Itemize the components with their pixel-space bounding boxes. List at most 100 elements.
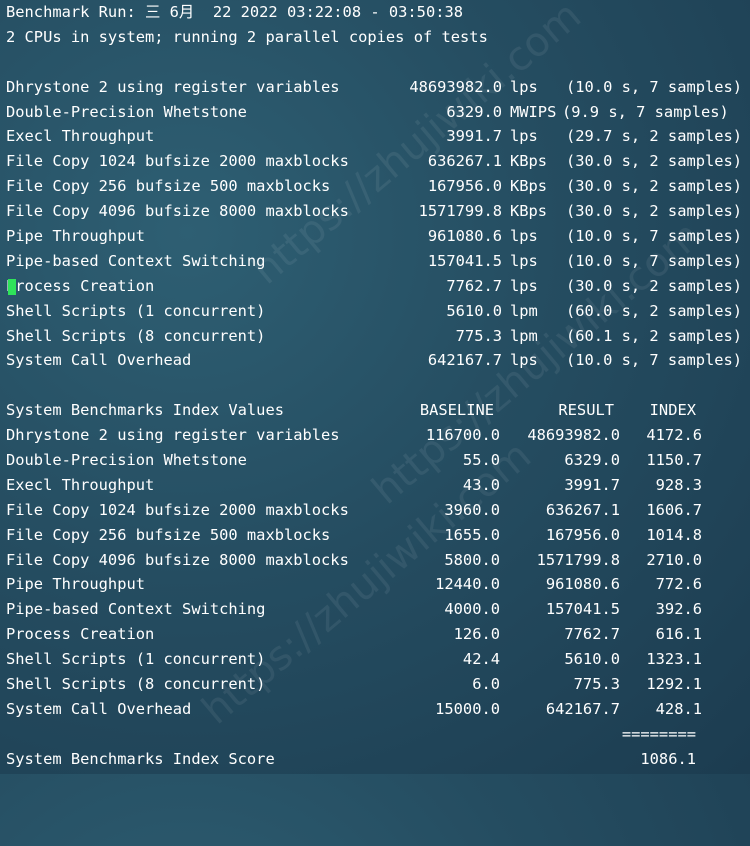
test-value: 1571799.8 (418, 202, 502, 221)
index-row: File Copy 256 bufsize 500 maxblocks 1655.… (6, 523, 750, 548)
test-unit: lps (510, 127, 538, 146)
raw-result-row: Pipe-based Context Switching 157041.5 lps (… (6, 249, 750, 274)
index-value: 1014.8 (646, 525, 702, 544)
index-baseline: 55.0 (462, 451, 500, 470)
index-test-name: Pipe-based Context Switching (6, 600, 266, 619)
test-detail: (60.1 s, 2 samples) (566, 326, 743, 345)
test-value: 157041.5 (427, 251, 502, 270)
test-value: 961080.6 (427, 227, 502, 246)
test-detail: (30.0 s, 2 samples) (566, 202, 743, 221)
index-test-name: System Call Overhead (6, 699, 192, 718)
index-result: 6329.0 (564, 451, 620, 470)
index-baseline: 12440.0 (435, 575, 500, 594)
index-baseline: 43.0 (462, 475, 500, 494)
test-unit: MWIPS (510, 102, 557, 121)
index-baseline: 126.0 (453, 625, 500, 644)
index-value: 2710.0 (646, 550, 702, 569)
test-value: 5610.0 (446, 301, 502, 320)
index-result: 961080.6 (545, 575, 620, 594)
raw-result-row: Double-Precision Whetstone 6329.0 MWIPS (9.… (6, 100, 750, 125)
test-value: 775.3 (455, 326, 502, 345)
test-name: File Copy 1024 bufsize 2000 maxblocks (6, 152, 349, 171)
separator: ======== (621, 724, 696, 743)
raw-result-row: File Copy 256 bufsize 500 maxblocks 16795… (6, 174, 750, 199)
index-row: Shell Scripts (1 concurrent) 42.4 5610.0 13… (6, 647, 750, 672)
test-name: Double-Precision Whetstone (6, 102, 247, 121)
raw-result-row: Pipe Throughput 961080.6 lps (10.0 s, 7 sam… (6, 224, 750, 249)
test-unit: lps (510, 251, 538, 270)
index-value: 392.6 (655, 600, 702, 619)
index-value: 616.1 (655, 625, 702, 644)
index-score-line: System Benchmarks Index Score 1086.1 (6, 747, 750, 772)
terminal-cursor (8, 278, 16, 295)
test-name: System Call Overhead (6, 351, 192, 370)
test-value: 6329.0 (446, 102, 502, 121)
column-header-result: RESULT (558, 401, 614, 420)
test-value: 7762.7 (446, 276, 502, 295)
index-baseline: 4000.0 (444, 600, 500, 619)
index-row: Double-Precision Whetstone 55.0 6329.0 1150… (6, 448, 750, 473)
test-detail: (30.0 s, 2 samples) (566, 177, 743, 196)
test-detail: (10.0 s, 7 samples) (566, 251, 743, 270)
index-score-label: System Benchmarks Index Score (6, 749, 275, 768)
index-row: Process Creation 126.0 7762.7 616.1 (6, 622, 750, 647)
index-result: 642167.7 (545, 699, 620, 718)
test-name: Pipe Throughput (6, 227, 145, 246)
index-result: 775.3 (573, 675, 620, 694)
test-value: 48693982.0 (409, 77, 502, 96)
test-unit: lps (510, 351, 538, 370)
test-unit: lpm (510, 326, 538, 345)
index-table-title: System Benchmarks Index Values (6, 401, 284, 420)
index-result: 636267.1 (545, 500, 620, 519)
separator-line: ======== (6, 722, 750, 747)
cpu-info-line: 2 CPUs in system; running 2 parallel cop… (6, 27, 488, 46)
index-test-name: Dhrystone 2 using register variables (6, 426, 340, 445)
index-table-header: System Benchmarks Index Values BASELINE … (6, 398, 750, 423)
index-test-name: File Copy 1024 bufsize 2000 maxblocks (6, 500, 349, 519)
column-header-index: INDEX (649, 401, 696, 420)
index-result: 1571799.8 (536, 550, 620, 569)
index-value: 1150.7 (646, 451, 702, 470)
test-unit: KBps (510, 177, 548, 196)
index-test-name: File Copy 4096 bufsize 8000 maxblocks (6, 550, 349, 569)
test-name: Pipe-based Context Switching (6, 251, 266, 270)
index-row: Pipe-based Context Switching 4000.0 157041… (6, 597, 750, 622)
index-baseline: 15000.0 (435, 699, 500, 718)
index-result: 167956.0 (545, 525, 620, 544)
test-name: File Copy 4096 bufsize 8000 maxblocks (6, 202, 349, 221)
index-score-value: 1086.1 (640, 749, 696, 768)
index-baseline: 42.4 (462, 650, 500, 669)
test-value: 3991.7 (446, 127, 502, 146)
test-detail: (10.0 s, 7 samples) (566, 351, 743, 370)
index-test-name: Shell Scripts (1 concurrent) (6, 650, 266, 669)
raw-result-row: Shell Scripts (1 concurrent) 5610.0 lpm (60… (6, 299, 750, 324)
index-row: Execl Throughput 43.0 3991.7 928.3 (6, 473, 750, 498)
terminal-output[interactable]: https://zhujiwiki.com https://zhujiwiki.… (0, 0, 750, 774)
raw-result-row: File Copy 1024 bufsize 2000 maxblocks 636… (6, 149, 750, 174)
index-baseline: 1655.0 (444, 525, 500, 544)
index-test-name: Process Creation (6, 625, 155, 644)
index-baseline: 116700.0 (425, 426, 500, 445)
index-baseline: 6.0 (472, 675, 500, 694)
index-row: System Call Overhead 15000.0 642167.7 428.1 (6, 697, 750, 722)
index-row: Shell Scripts (8 concurrent) 6.0 775.3 1292… (6, 672, 750, 697)
index-test-name: Double-Precision Whetstone (6, 451, 247, 470)
index-test-name: Pipe Throughput (6, 575, 145, 594)
index-row: File Copy 4096 bufsize 8000 maxblocks 580… (6, 548, 750, 573)
index-value: 428.1 (655, 699, 702, 718)
index-value: 928.3 (655, 475, 702, 494)
index-row: Dhrystone 2 using register variables 1167… (6, 423, 750, 448)
test-unit: KBps (510, 202, 548, 221)
test-detail: (29.7 s, 2 samples) (566, 127, 743, 146)
index-value: 772.6 (655, 575, 702, 594)
index-value: 4172.6 (646, 426, 702, 445)
raw-result-row: System Call Overhead 642167.7 lps (10.0 s, … (6, 348, 750, 373)
test-name: Execl Throughput (6, 127, 155, 146)
test-detail: (10.0 s, 7 samples) (566, 77, 743, 96)
test-name: Shell Scripts (8 concurrent) (6, 326, 266, 345)
index-table-rows: Dhrystone 2 using register variables 1167… (6, 423, 750, 722)
test-unit: lps (510, 227, 538, 246)
index-baseline: 3960.0 (444, 500, 500, 519)
test-value: 642167.7 (427, 351, 502, 370)
benchmark-run-line: Benchmark Run: 三 6月 22 2022 03:22:08 - 0… (6, 3, 464, 21)
